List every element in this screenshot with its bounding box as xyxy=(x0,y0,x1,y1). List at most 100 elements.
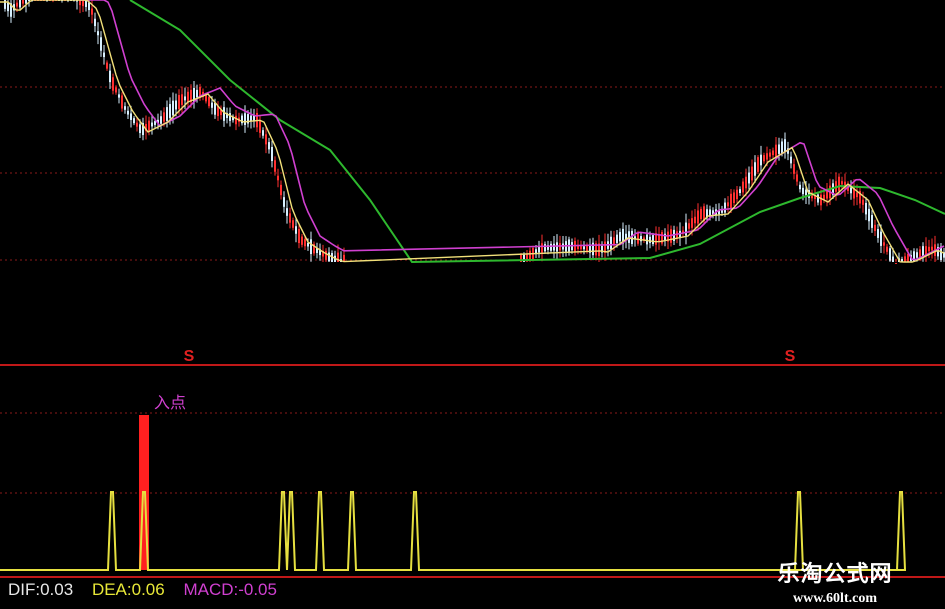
candle-body xyxy=(286,208,288,216)
candle-body xyxy=(304,239,306,247)
candle-body xyxy=(16,2,18,7)
candle-body xyxy=(109,70,111,83)
candle-body xyxy=(208,97,210,107)
candle-body xyxy=(883,242,885,246)
candle-body xyxy=(868,208,870,222)
site-watermark: 乐淘公式网 www.60lt.com xyxy=(755,556,915,607)
candle-body xyxy=(700,208,702,220)
candle-body xyxy=(583,246,585,250)
candle-body xyxy=(748,172,750,184)
candle-body xyxy=(289,213,291,223)
candle-body xyxy=(196,89,198,98)
candle-body xyxy=(886,246,888,252)
candle-body xyxy=(751,166,753,181)
candle-body xyxy=(136,122,138,127)
candle-body xyxy=(82,0,84,7)
candle-body xyxy=(646,234,648,245)
candle-body xyxy=(931,246,933,251)
candle-body xyxy=(766,153,768,160)
candle-body xyxy=(790,156,792,164)
candle-body xyxy=(877,229,879,238)
candle-body xyxy=(919,249,921,258)
candle-body xyxy=(754,162,756,176)
candle-body xyxy=(307,242,309,247)
candle-body xyxy=(115,87,117,93)
candle-body xyxy=(724,202,726,213)
indicator-readout: DIF:0.03 DEA:0.06 MACD:-0.05 xyxy=(8,580,291,600)
ma-mid-line xyxy=(80,0,945,261)
candle-body xyxy=(235,115,237,125)
candle-body xyxy=(817,194,819,203)
dea-value: DEA:0.06 xyxy=(91,580,165,599)
candle-body xyxy=(328,252,330,262)
candle-body xyxy=(127,110,129,115)
candle-body xyxy=(271,146,273,162)
candle-body xyxy=(106,62,108,69)
candle-body xyxy=(895,262,897,264)
candle-body xyxy=(841,181,843,185)
ma-long-line xyxy=(129,0,945,264)
candle-body xyxy=(871,215,873,228)
candle-body xyxy=(295,226,297,234)
price-candles xyxy=(4,0,945,264)
candle-body xyxy=(856,192,858,198)
candle-body xyxy=(742,181,744,193)
candle-body xyxy=(223,107,225,121)
candle-body xyxy=(154,121,156,125)
candle-body xyxy=(820,194,822,206)
candle-body xyxy=(694,216,696,224)
candle-body xyxy=(274,160,276,172)
candle-body xyxy=(325,250,327,260)
candle-body xyxy=(784,139,786,152)
candle-body xyxy=(553,243,555,251)
candle-body xyxy=(778,144,780,154)
candle-body xyxy=(19,0,21,8)
macd-value: MACD:-0.05 xyxy=(183,580,277,599)
candle-body xyxy=(100,37,102,51)
candle-body xyxy=(541,243,543,253)
candle-body xyxy=(121,95,123,109)
candle-body xyxy=(649,236,651,243)
candle-body xyxy=(544,244,546,252)
ma-short-line xyxy=(0,0,945,263)
candle-body xyxy=(7,2,9,12)
candle-body xyxy=(736,189,738,200)
watermark-url: www.60lt.com xyxy=(793,591,877,606)
candle-body xyxy=(22,0,24,4)
candle-body xyxy=(166,107,168,121)
candle-body xyxy=(916,252,918,258)
candle-body xyxy=(880,231,882,246)
candle-body xyxy=(760,154,762,166)
candle-body xyxy=(805,189,807,196)
candle-body xyxy=(619,232,621,242)
candle-body xyxy=(184,96,186,101)
candle-body xyxy=(160,116,162,124)
candle-body xyxy=(148,120,150,132)
candle-body xyxy=(739,189,741,193)
candle-body xyxy=(172,100,174,116)
candle-body xyxy=(25,0,27,4)
candle-body xyxy=(133,118,135,124)
candle-body xyxy=(799,184,801,190)
candle-body xyxy=(292,220,294,228)
candle-body xyxy=(139,124,141,134)
candle-body xyxy=(889,248,891,261)
candle-body xyxy=(181,94,183,105)
candle-body xyxy=(259,120,261,133)
candle-body xyxy=(892,256,894,262)
candle-body xyxy=(265,134,267,145)
candle-body xyxy=(769,152,771,157)
candle-body xyxy=(211,102,213,108)
candle-body xyxy=(151,122,153,127)
candle-body xyxy=(874,224,876,231)
candle-body xyxy=(826,190,828,199)
candle-body xyxy=(637,232,639,244)
candle-body xyxy=(610,236,612,250)
candle-body xyxy=(277,175,279,181)
candle-body xyxy=(103,52,105,58)
candle-body xyxy=(928,246,930,252)
candle-body xyxy=(688,223,690,229)
candle-body xyxy=(283,197,285,207)
candle-body xyxy=(112,77,114,91)
candle-body xyxy=(538,246,540,253)
